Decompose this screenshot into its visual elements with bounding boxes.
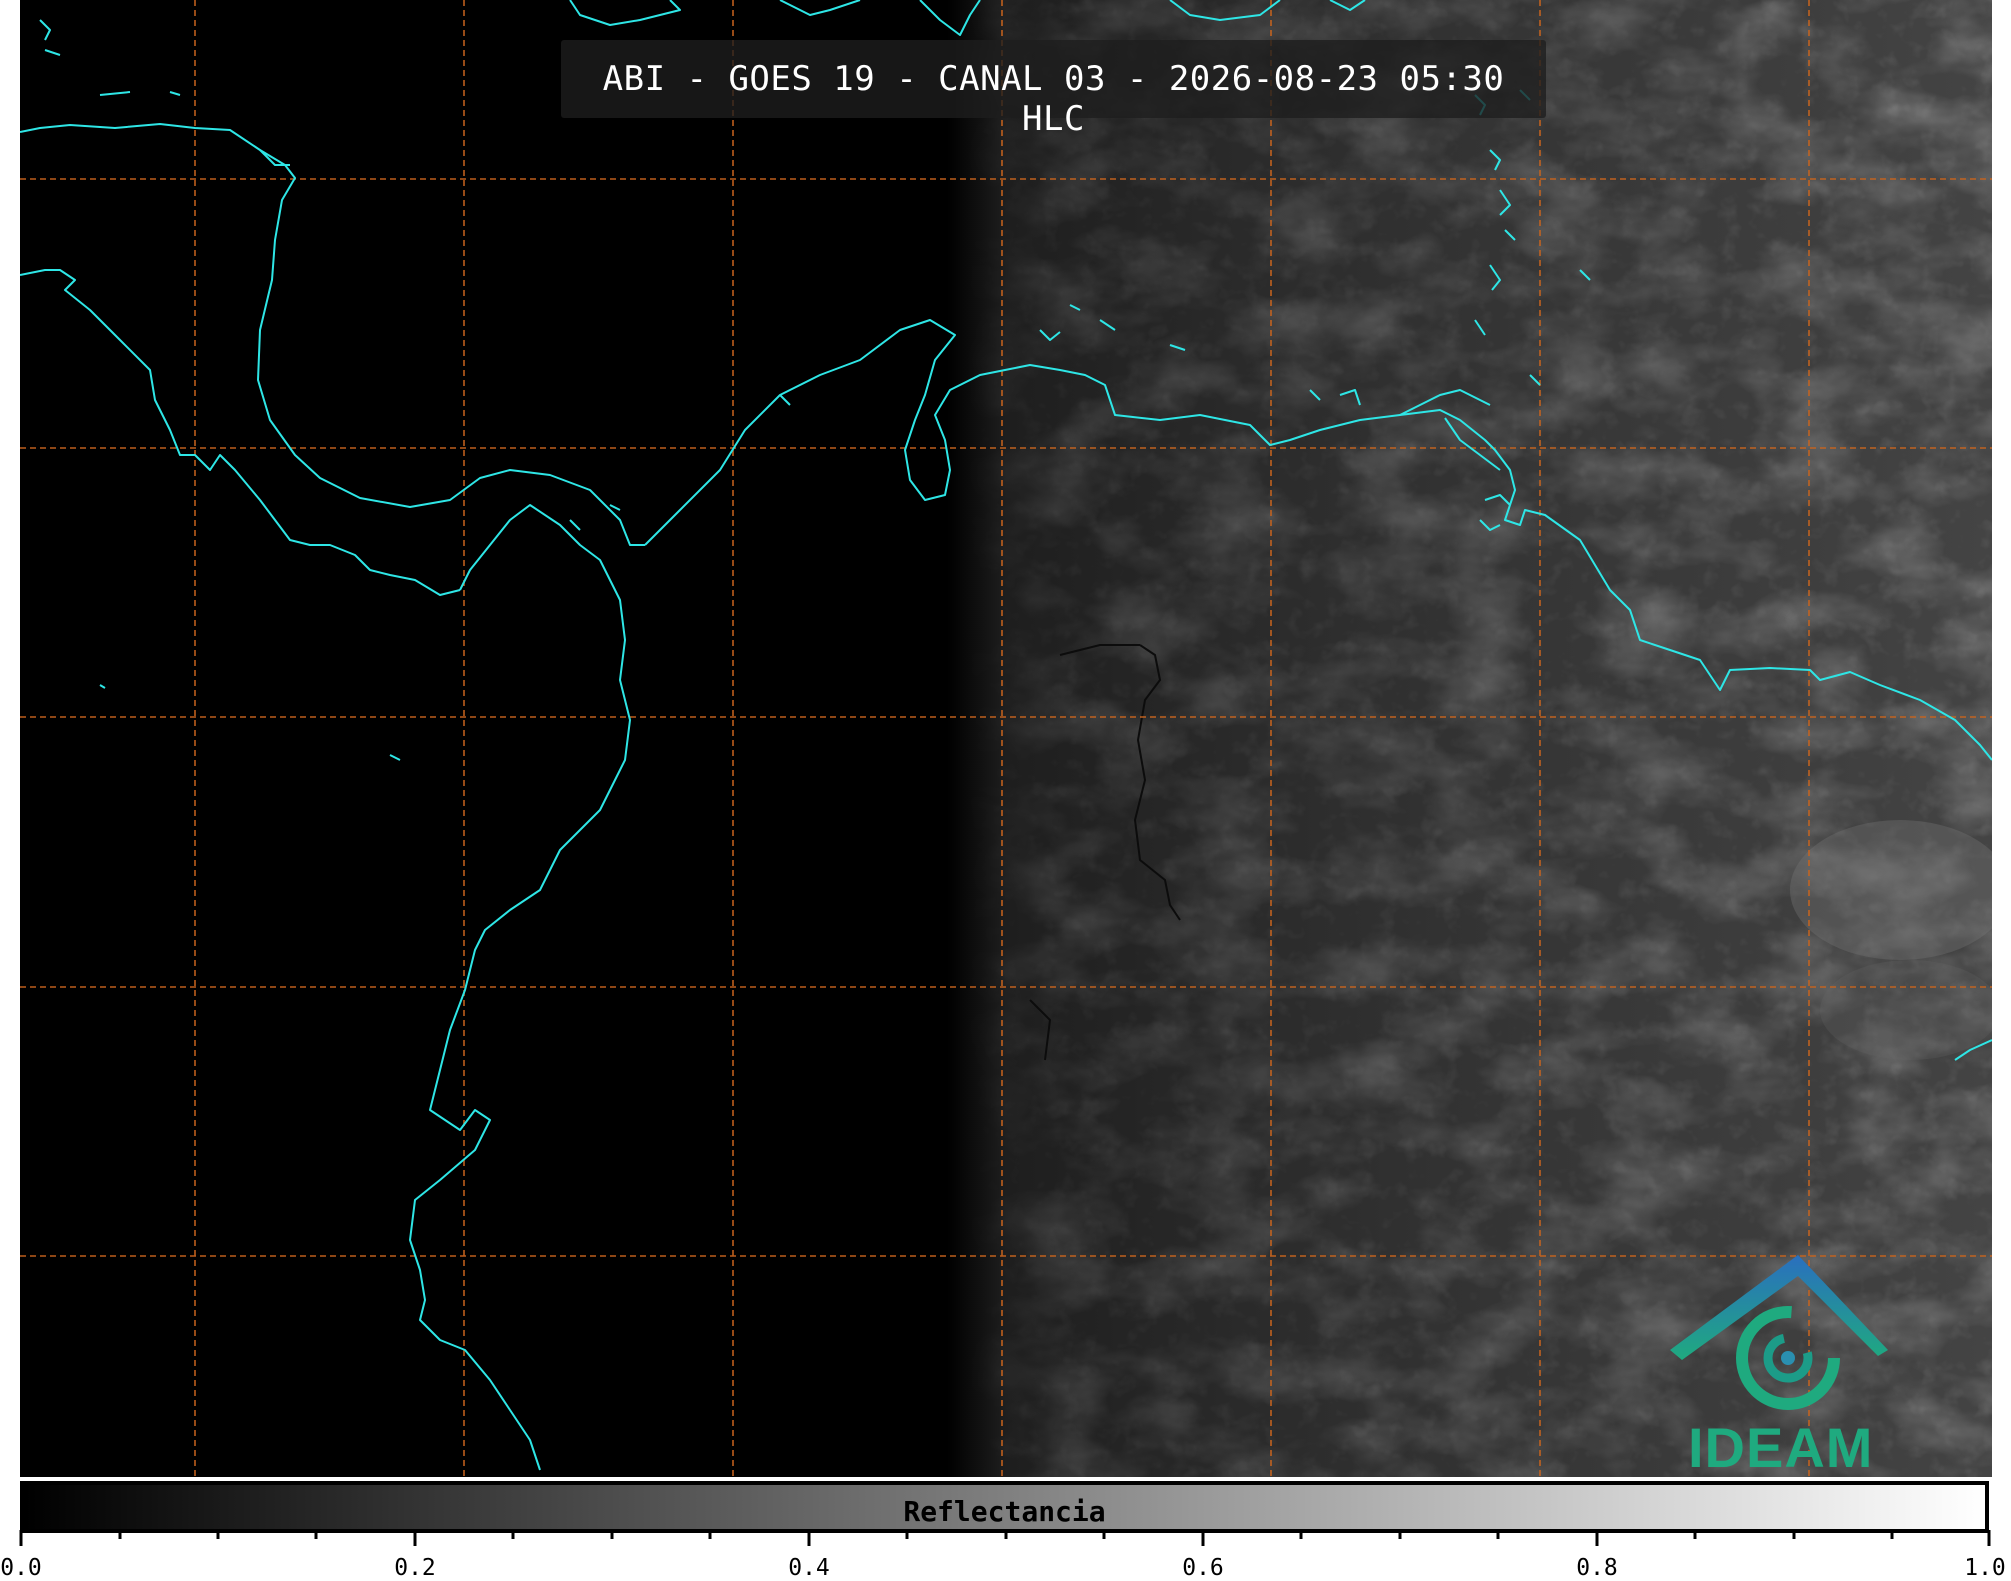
satellite-map: ABI - GOES 19 - CANAL 03 - 2026-08-23 05… [20,0,1992,1477]
satellite-figure: ABI - GOES 19 - CANAL 03 - 2026-08-23 05… [0,0,2011,1581]
colorbar-tick-label: 0.2 [394,1555,436,1581]
map-canvas [20,0,1992,1477]
colorbar-tick-label: 1.0 [1964,1555,2006,1581]
colorbar: Reflectancia [20,1481,1989,1533]
colorbar-tick-label: 0.6 [1182,1555,1224,1581]
cloud-patch [1820,960,1992,1060]
title-box: ABI - GOES 19 - CANAL 03 - 2026-08-23 05… [561,40,1546,139]
colorbar-tick-label: 0.0 [0,1555,42,1581]
colorbar-ticks [19,1530,1991,1546]
colorbar-label: Reflectancia [903,1495,1106,1528]
colorbar-tick-label: 0.4 [788,1555,830,1581]
ideam-logo-text: IDEAM [1688,1416,1874,1479]
colorbar-tick-label: 0.8 [1576,1555,1618,1581]
map-title: ABI - GOES 19 - CANAL 03 - 2026-08-23 05… [602,59,1505,139]
